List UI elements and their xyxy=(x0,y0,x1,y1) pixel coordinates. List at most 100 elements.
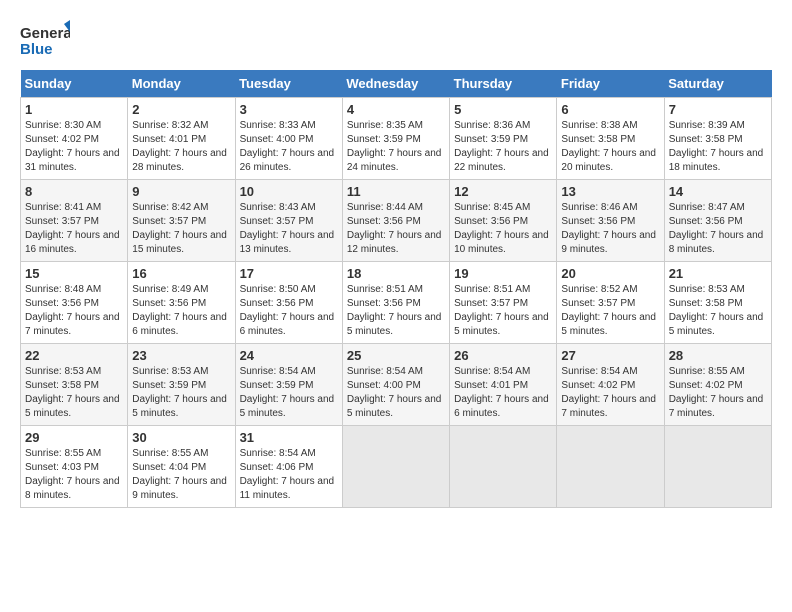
empty-cell xyxy=(664,426,771,508)
weekday-header-friday: Friday xyxy=(557,70,664,98)
day-number: 20 xyxy=(561,266,659,281)
day-number: 21 xyxy=(669,266,767,281)
logo: General Blue xyxy=(20,20,70,60)
day-info: Sunrise: 8:30 AMSunset: 4:02 PMDaylight:… xyxy=(25,120,120,173)
day-info: Sunrise: 8:55 AMSunset: 4:04 PMDaylight:… xyxy=(132,448,227,501)
day-cell-16: 16 Sunrise: 8:49 AMSunset: 3:56 PMDaylig… xyxy=(128,262,235,344)
day-info: Sunrise: 8:35 AMSunset: 3:59 PMDaylight:… xyxy=(347,120,442,173)
logo-svg: General Blue xyxy=(20,20,70,60)
day-cell-28: 28 Sunrise: 8:55 AMSunset: 4:02 PMDaylig… xyxy=(664,344,771,426)
day-cell-5: 5 Sunrise: 8:36 AMSunset: 3:59 PMDayligh… xyxy=(450,98,557,180)
day-number: 19 xyxy=(454,266,552,281)
day-cell-13: 13 Sunrise: 8:46 AMSunset: 3:56 PMDaylig… xyxy=(557,180,664,262)
day-number: 1 xyxy=(25,102,123,117)
weekday-header-saturday: Saturday xyxy=(664,70,771,98)
day-number: 22 xyxy=(25,348,123,363)
day-cell-24: 24 Sunrise: 8:54 AMSunset: 3:59 PMDaylig… xyxy=(235,344,342,426)
day-cell-10: 10 Sunrise: 8:43 AMSunset: 3:57 PMDaylig… xyxy=(235,180,342,262)
calendar-week-5: 29 Sunrise: 8:55 AMSunset: 4:03 PMDaylig… xyxy=(21,426,772,508)
weekday-header-thursday: Thursday xyxy=(450,70,557,98)
weekday-header-monday: Monday xyxy=(128,70,235,98)
day-cell-18: 18 Sunrise: 8:51 AMSunset: 3:56 PMDaylig… xyxy=(342,262,449,344)
day-info: Sunrise: 8:54 AMSunset: 4:06 PMDaylight:… xyxy=(240,448,335,501)
day-cell-17: 17 Sunrise: 8:50 AMSunset: 3:56 PMDaylig… xyxy=(235,262,342,344)
day-number: 15 xyxy=(25,266,123,281)
weekday-header-sunday: Sunday xyxy=(21,70,128,98)
day-info: Sunrise: 8:33 AMSunset: 4:00 PMDaylight:… xyxy=(240,120,335,173)
day-info: Sunrise: 8:41 AMSunset: 3:57 PMDaylight:… xyxy=(25,202,120,255)
day-number: 8 xyxy=(25,184,123,199)
day-info: Sunrise: 8:51 AMSunset: 3:57 PMDaylight:… xyxy=(454,284,549,337)
day-info: Sunrise: 8:53 AMSunset: 3:59 PMDaylight:… xyxy=(132,366,227,419)
day-cell-14: 14 Sunrise: 8:47 AMSunset: 3:56 PMDaylig… xyxy=(664,180,771,262)
empty-cell xyxy=(450,426,557,508)
day-cell-7: 7 Sunrise: 8:39 AMSunset: 3:58 PMDayligh… xyxy=(664,98,771,180)
day-info: Sunrise: 8:50 AMSunset: 3:56 PMDaylight:… xyxy=(240,284,335,337)
day-info: Sunrise: 8:44 AMSunset: 3:56 PMDaylight:… xyxy=(347,202,442,255)
day-info: Sunrise: 8:43 AMSunset: 3:57 PMDaylight:… xyxy=(240,202,335,255)
day-number: 16 xyxy=(132,266,230,281)
day-cell-19: 19 Sunrise: 8:51 AMSunset: 3:57 PMDaylig… xyxy=(450,262,557,344)
day-number: 26 xyxy=(454,348,552,363)
weekday-header-wednesday: Wednesday xyxy=(342,70,449,98)
calendar-week-1: 1 Sunrise: 8:30 AMSunset: 4:02 PMDayligh… xyxy=(21,98,772,180)
day-cell-20: 20 Sunrise: 8:52 AMSunset: 3:57 PMDaylig… xyxy=(557,262,664,344)
day-number: 31 xyxy=(240,430,338,445)
day-cell-9: 9 Sunrise: 8:42 AMSunset: 3:57 PMDayligh… xyxy=(128,180,235,262)
calendar-week-2: 8 Sunrise: 8:41 AMSunset: 3:57 PMDayligh… xyxy=(21,180,772,262)
day-number: 27 xyxy=(561,348,659,363)
day-info: Sunrise: 8:55 AMSunset: 4:03 PMDaylight:… xyxy=(25,448,120,501)
day-number: 30 xyxy=(132,430,230,445)
day-number: 10 xyxy=(240,184,338,199)
weekday-header-row: SundayMondayTuesdayWednesdayThursdayFrid… xyxy=(21,70,772,98)
day-info: Sunrise: 8:47 AMSunset: 3:56 PMDaylight:… xyxy=(669,202,764,255)
empty-cell xyxy=(557,426,664,508)
day-cell-15: 15 Sunrise: 8:48 AMSunset: 3:56 PMDaylig… xyxy=(21,262,128,344)
day-info: Sunrise: 8:52 AMSunset: 3:57 PMDaylight:… xyxy=(561,284,656,337)
calendar-week-4: 22 Sunrise: 8:53 AMSunset: 3:58 PMDaylig… xyxy=(21,344,772,426)
day-number: 14 xyxy=(669,184,767,199)
day-info: Sunrise: 8:54 AMSunset: 4:02 PMDaylight:… xyxy=(561,366,656,419)
day-number: 4 xyxy=(347,102,445,117)
day-number: 12 xyxy=(454,184,552,199)
day-info: Sunrise: 8:49 AMSunset: 3:56 PMDaylight:… xyxy=(132,284,227,337)
day-cell-26: 26 Sunrise: 8:54 AMSunset: 4:01 PMDaylig… xyxy=(450,344,557,426)
svg-text:General: General xyxy=(20,25,70,42)
day-info: Sunrise: 8:54 AMSunset: 3:59 PMDaylight:… xyxy=(240,366,335,419)
day-info: Sunrise: 8:39 AMSunset: 3:58 PMDaylight:… xyxy=(669,120,764,173)
day-info: Sunrise: 8:53 AMSunset: 3:58 PMDaylight:… xyxy=(669,284,764,337)
day-info: Sunrise: 8:32 AMSunset: 4:01 PMDaylight:… xyxy=(132,120,227,173)
day-info: Sunrise: 8:54 AMSunset: 4:00 PMDaylight:… xyxy=(347,366,442,419)
day-info: Sunrise: 8:45 AMSunset: 3:56 PMDaylight:… xyxy=(454,202,549,255)
weekday-header-tuesday: Tuesday xyxy=(235,70,342,98)
day-cell-6: 6 Sunrise: 8:38 AMSunset: 3:58 PMDayligh… xyxy=(557,98,664,180)
day-cell-4: 4 Sunrise: 8:35 AMSunset: 3:59 PMDayligh… xyxy=(342,98,449,180)
day-info: Sunrise: 8:53 AMSunset: 3:58 PMDaylight:… xyxy=(25,366,120,419)
day-number: 29 xyxy=(25,430,123,445)
day-info: Sunrise: 8:55 AMSunset: 4:02 PMDaylight:… xyxy=(669,366,764,419)
day-cell-21: 21 Sunrise: 8:53 AMSunset: 3:58 PMDaylig… xyxy=(664,262,771,344)
day-info: Sunrise: 8:42 AMSunset: 3:57 PMDaylight:… xyxy=(132,202,227,255)
day-cell-23: 23 Sunrise: 8:53 AMSunset: 3:59 PMDaylig… xyxy=(128,344,235,426)
day-cell-11: 11 Sunrise: 8:44 AMSunset: 3:56 PMDaylig… xyxy=(342,180,449,262)
day-number: 7 xyxy=(669,102,767,117)
day-info: Sunrise: 8:54 AMSunset: 4:01 PMDaylight:… xyxy=(454,366,549,419)
day-number: 25 xyxy=(347,348,445,363)
day-number: 18 xyxy=(347,266,445,281)
day-number: 5 xyxy=(454,102,552,117)
day-cell-1: 1 Sunrise: 8:30 AMSunset: 4:02 PMDayligh… xyxy=(21,98,128,180)
day-info: Sunrise: 8:38 AMSunset: 3:58 PMDaylight:… xyxy=(561,120,656,173)
day-info: Sunrise: 8:51 AMSunset: 3:56 PMDaylight:… xyxy=(347,284,442,337)
day-number: 3 xyxy=(240,102,338,117)
day-info: Sunrise: 8:36 AMSunset: 3:59 PMDaylight:… xyxy=(454,120,549,173)
svg-text:Blue: Blue xyxy=(20,41,53,58)
day-number: 13 xyxy=(561,184,659,199)
empty-cell xyxy=(342,426,449,508)
day-cell-31: 31 Sunrise: 8:54 AMSunset: 4:06 PMDaylig… xyxy=(235,426,342,508)
day-number: 24 xyxy=(240,348,338,363)
day-number: 9 xyxy=(132,184,230,199)
day-cell-12: 12 Sunrise: 8:45 AMSunset: 3:56 PMDaylig… xyxy=(450,180,557,262)
day-number: 23 xyxy=(132,348,230,363)
day-number: 11 xyxy=(347,184,445,199)
day-cell-25: 25 Sunrise: 8:54 AMSunset: 4:00 PMDaylig… xyxy=(342,344,449,426)
